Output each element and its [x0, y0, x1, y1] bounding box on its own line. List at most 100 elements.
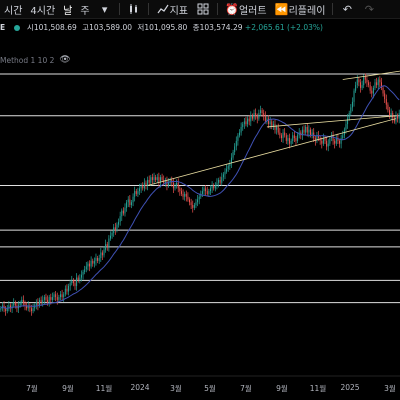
candle-body [361, 85, 363, 88]
candle-body [101, 252, 103, 256]
candle-body [387, 104, 389, 111]
candle-body [64, 288, 66, 295]
candle-body [150, 177, 152, 183]
candle-body [135, 191, 137, 194]
candle-body [198, 196, 200, 200]
candle-body [111, 232, 113, 236]
candle-body [30, 308, 32, 312]
candle-body [14, 302, 16, 306]
candle-body [24, 302, 26, 306]
candle-body [258, 113, 260, 119]
candle-body [68, 285, 70, 292]
candle-body [108, 238, 110, 247]
candle-body [127, 199, 129, 203]
candle-body [308, 129, 310, 133]
candle-body [80, 274, 82, 278]
candle-body [232, 152, 234, 158]
candle-body [19, 302, 21, 306]
candle-body [355, 85, 357, 91]
candle-body [97, 258, 99, 261]
candle-body [180, 191, 182, 194]
candle-body [72, 280, 74, 284]
price-chart[interactable] [0, 0, 400, 400]
trendline-secondary [266, 115, 397, 128]
candle-body [147, 179, 149, 186]
candle-body [390, 113, 392, 116]
candle-body [274, 124, 276, 130]
candle-body [201, 191, 203, 194]
candle-body [211, 185, 213, 189]
candle-body [359, 82, 361, 88]
candle-body [184, 193, 186, 197]
time-axis-label: 2024 [130, 383, 150, 392]
candle-body [71, 280, 73, 284]
candle-body [234, 146, 236, 153]
candle-body [129, 199, 131, 206]
candle-body [289, 138, 291, 144]
candle-body [13, 302, 15, 306]
candle-body [222, 174, 224, 178]
candle-body [21, 299, 23, 303]
candle-body [47, 299, 49, 303]
candle-body [32, 308, 34, 312]
candle-body [364, 76, 366, 80]
candle-body [250, 115, 252, 122]
candle-body [66, 288, 68, 292]
candle-body [356, 79, 358, 86]
candle-body [105, 244, 107, 250]
candle-body [287, 138, 289, 141]
candle-body [142, 185, 144, 189]
candle-body [85, 266, 87, 270]
candle-body [384, 93, 386, 100]
candle-body [74, 283, 76, 286]
candle-body [366, 79, 368, 83]
candle-body [332, 135, 334, 141]
candle-body [185, 193, 187, 197]
candle-body [89, 263, 91, 267]
candle-body [124, 207, 126, 214]
time-axis-label: 9월 [62, 384, 74, 393]
candle-body [224, 171, 226, 175]
trendline-resistance [342, 70, 400, 80]
candle-body [103, 249, 105, 256]
candle-body [55, 294, 57, 298]
time-axis-label: 7월 [240, 384, 252, 393]
candle-body [235, 140, 237, 147]
candle-body [227, 166, 229, 169]
candle-body [161, 177, 163, 180]
candle-body [177, 182, 179, 189]
candle-body [95, 258, 97, 261]
candle-body [264, 115, 266, 122]
candle-body [282, 132, 284, 139]
candle-body [69, 283, 71, 286]
candle-body [155, 177, 157, 180]
candle-body [130, 202, 132, 206]
candle-body [172, 182, 174, 189]
candle-body [245, 121, 247, 125]
candle-body [132, 196, 134, 203]
candle-body [113, 227, 115, 233]
candle-body [84, 269, 86, 272]
candle-body [79, 277, 81, 281]
candle-body [197, 199, 199, 203]
candle-body [214, 185, 216, 189]
candle-body [121, 210, 123, 217]
candle-body [329, 138, 331, 144]
candle-body [126, 202, 128, 208]
candle-body [242, 124, 244, 127]
candle-body [326, 140, 328, 147]
candle-body [335, 138, 337, 144]
candle-body [209, 188, 211, 192]
candle-body [230, 157, 232, 164]
candle-body [248, 118, 250, 122]
candle-body [216, 182, 218, 186]
candle-body [206, 191, 208, 194]
candle-body [56, 297, 58, 300]
candle-body [190, 202, 192, 206]
candle-body [247, 118, 249, 125]
candle-body [137, 191, 139, 194]
candle-body [292, 135, 294, 141]
candle-body [353, 90, 355, 102]
candle-body [76, 277, 78, 286]
candle-body [118, 221, 120, 225]
